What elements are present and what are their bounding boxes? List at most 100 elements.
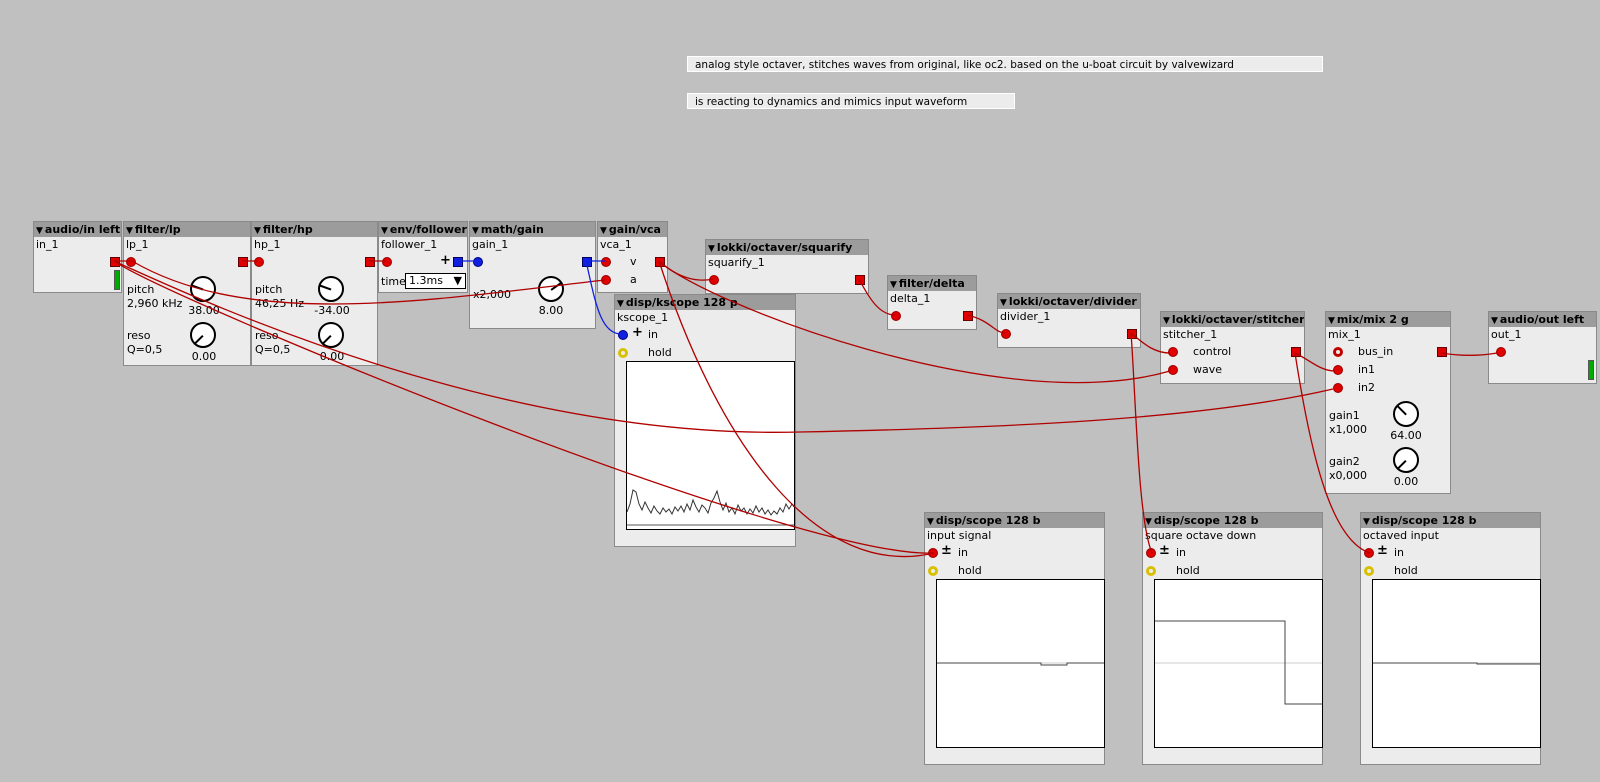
gain1-value: x1,000 — [1329, 423, 1368, 436]
object-header[interactable]: ▼ lokki/octaver/stitcher — [1161, 312, 1304, 327]
pitch-label: pitch — [127, 283, 155, 296]
outlet-port[interactable] — [110, 257, 120, 267]
inlet-port[interactable] — [709, 275, 719, 285]
object-header[interactable]: ▼ filter/hp — [252, 222, 377, 237]
collapse-triangle-icon[interactable]: ▼ — [890, 280, 897, 290]
inlet-port[interactable] — [1001, 329, 1011, 339]
object-header[interactable]: ▼ lokki/octaver/divider — [998, 294, 1140, 309]
collapse-triangle-icon[interactable]: ▼ — [708, 244, 715, 254]
inlet-in1-port[interactable] — [1333, 365, 1343, 375]
inlet-port[interactable] — [618, 330, 628, 340]
outlet-port[interactable] — [1291, 347, 1301, 357]
pitch-knob[interactable] — [318, 276, 344, 302]
inlet-port[interactable] — [254, 257, 264, 267]
object-type: math/gain — [480, 223, 544, 236]
outlet-port[interactable] — [855, 275, 865, 285]
object-math-gain[interactable]: ▼ math/gain gain_1 x2,000 8.00 — [469, 221, 596, 329]
hold-inlet-port[interactable] — [618, 348, 628, 358]
object-divider[interactable]: ▼ lokki/octaver/divider divider_1 — [997, 293, 1141, 348]
gain2-knob[interactable] — [1393, 447, 1419, 473]
object-scope-octaved[interactable]: ▼ disp/scope 128 b octaved input ± in hol… — [1360, 512, 1541, 765]
reso-knob[interactable] — [190, 322, 216, 348]
outlet-port[interactable] — [582, 257, 592, 267]
object-mix[interactable]: ▼ mix/mix 2 g mix_1 bus_in in1 in2 gain1 … — [1325, 311, 1451, 494]
collapse-triangle-icon[interactable]: ▼ — [927, 517, 934, 527]
gain1-knob[interactable] — [1393, 401, 1419, 427]
object-filter-hp[interactable]: ▼ filter/hp hp_1 pitch 46,25 Hz -34.00 re… — [251, 221, 378, 366]
object-stitcher[interactable]: ▼ lokki/octaver/stitcher stitcher_1 contr… — [1160, 311, 1305, 384]
vu-meter-icon — [1588, 360, 1594, 380]
object-filter-delta[interactable]: ▼ filter/delta delta_1 — [887, 275, 977, 330]
inlet-wave-port[interactable] — [1168, 365, 1178, 375]
object-type: disp/scope 128 b — [1371, 514, 1477, 527]
outlet-port[interactable] — [1127, 329, 1137, 339]
collapse-triangle-icon[interactable]: ▼ — [1491, 316, 1498, 326]
scope-trace — [937, 662, 1104, 666]
collapse-triangle-icon[interactable]: ▼ — [381, 226, 388, 236]
object-env-follower[interactable]: ▼ env/follower follower_1 + time 1.3ms ▼ — [378, 221, 468, 293]
object-header[interactable]: ▼ gain/vca — [598, 222, 667, 237]
object-type: mix/mix 2 g — [1336, 313, 1409, 326]
object-filter-lp[interactable]: ▼ filter/lp lp_1 pitch 2,960 kHz 38.00 re… — [123, 221, 251, 366]
object-gain-vca[interactable]: ▼ gain/vca vca_1 v a — [597, 221, 668, 293]
gain-knob[interactable] — [538, 276, 564, 302]
outlet-port[interactable] — [453, 257, 463, 267]
collapse-triangle-icon[interactable]: ▼ — [617, 299, 624, 309]
object-header[interactable]: ▼ audio/out left — [1489, 312, 1596, 327]
object-type: audio/in left — [44, 223, 121, 236]
outlet-port[interactable] — [963, 311, 973, 321]
object-header[interactable]: ▼ math/gain — [470, 222, 595, 237]
collapse-triangle-icon[interactable]: ▼ — [600, 226, 607, 236]
outlet-port[interactable] — [1437, 347, 1447, 357]
collapse-triangle-icon[interactable]: ▼ — [254, 226, 261, 236]
object-header[interactable]: ▼ env/follower — [379, 222, 467, 237]
inlet-v-port[interactable] — [601, 257, 611, 267]
hold-inlet-port[interactable] — [1146, 566, 1156, 576]
object-header[interactable]: ▼ disp/kscope 128 p — [615, 295, 795, 310]
object-header[interactable]: ▼ filter/lp — [124, 222, 250, 237]
object-audio-out[interactable]: ▼ audio/out left out_1 — [1488, 311, 1597, 384]
object-header[interactable]: ▼ filter/delta — [888, 276, 976, 291]
collapse-triangle-icon[interactable]: ▼ — [36, 226, 43, 236]
outlet-port[interactable] — [238, 257, 248, 267]
inlet-port[interactable] — [382, 257, 392, 267]
inlet-port[interactable] — [891, 311, 901, 321]
object-header[interactable]: ▼ disp/scope 128 b — [925, 513, 1104, 528]
object-audio-in[interactable]: ▼ audio/in left in_1 — [33, 221, 122, 293]
outlet-port[interactable] — [655, 257, 665, 267]
object-kscope[interactable]: ▼ disp/kscope 128 p kscope_1 + in hold — [614, 294, 796, 547]
inlet-port[interactable] — [928, 548, 938, 558]
inlet-port[interactable] — [126, 257, 136, 267]
pitch-knob[interactable] — [190, 276, 216, 302]
object-squarify[interactable]: ▼ lokki/octaver/squarify squarify_1 — [705, 239, 869, 294]
collapse-triangle-icon[interactable]: ▼ — [1145, 517, 1152, 527]
reso-knob[interactable] — [318, 322, 344, 348]
object-header[interactable]: ▼ mix/mix 2 g — [1326, 312, 1450, 327]
collapse-triangle-icon[interactable]: ▼ — [472, 226, 479, 236]
hold-inlet-port[interactable] — [928, 566, 938, 576]
collapse-triangle-icon[interactable]: ▼ — [1000, 298, 1007, 308]
time-dropdown[interactable]: 1.3ms ▼ — [405, 273, 466, 289]
bus-in-port[interactable] — [1333, 347, 1343, 357]
object-header[interactable]: ▼ lokki/octaver/squarify — [706, 240, 868, 255]
object-scope-input[interactable]: ▼ disp/scope 128 b input signal ± in hold — [924, 512, 1105, 765]
gain2-label: gain2 — [1329, 455, 1360, 468]
inlet-port[interactable] — [473, 257, 483, 267]
collapse-triangle-icon[interactable]: ▼ — [1163, 316, 1170, 326]
object-type: lokki/octaver/squarify — [716, 241, 853, 254]
outlet-port[interactable] — [365, 257, 375, 267]
object-header[interactable]: ▼ disp/scope 128 b — [1361, 513, 1540, 528]
inlet-port[interactable] — [1364, 548, 1374, 558]
inlet-port[interactable] — [1496, 347, 1506, 357]
collapse-triangle-icon[interactable]: ▼ — [1328, 316, 1335, 326]
object-header[interactable]: ▼ disp/scope 128 b — [1143, 513, 1322, 528]
inlet-in2-port[interactable] — [1333, 383, 1343, 393]
hold-inlet-port[interactable] — [1364, 566, 1374, 576]
object-header[interactable]: ▼ audio/in left — [34, 222, 121, 237]
inlet-port[interactable] — [1146, 548, 1156, 558]
collapse-triangle-icon[interactable]: ▼ — [1363, 517, 1370, 527]
inlet-control-port[interactable] — [1168, 347, 1178, 357]
object-scope-square-octave[interactable]: ▼ disp/scope 128 b square octave down ± i… — [1142, 512, 1323, 765]
inlet-a-port[interactable] — [601, 275, 611, 285]
collapse-triangle-icon[interactable]: ▼ — [126, 226, 133, 236]
